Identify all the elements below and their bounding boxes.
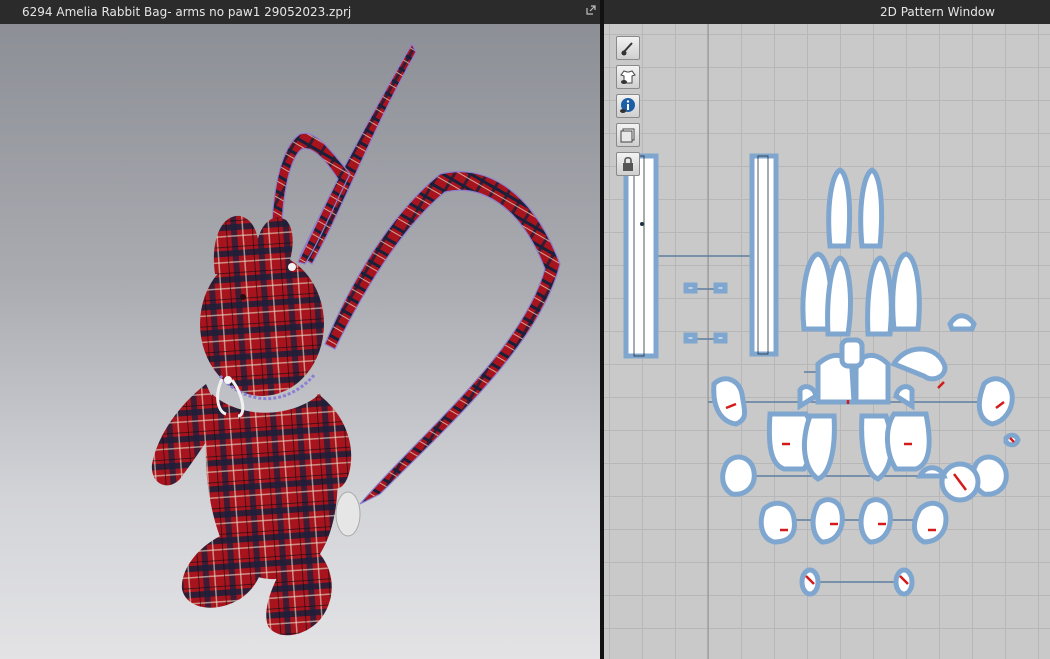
strap-pattern-left[interactable] xyxy=(623,153,659,359)
show-avatar-icon xyxy=(621,42,633,56)
maximize-window-icon[interactable] xyxy=(586,5,596,15)
3d-window-title-bar: 6294 Amelia Rabbit Bag- arms no paw1 290… xyxy=(0,0,600,24)
3d-garment-viewport[interactable] xyxy=(0,24,600,659)
info-toggle[interactable] xyxy=(616,94,640,118)
2d-window-title-bar: 2D Pattern Window xyxy=(586,0,1050,24)
show-texture-toggle[interactable] xyxy=(616,123,640,147)
2d-window-toolbar xyxy=(616,36,642,181)
show-garment-toggle[interactable] xyxy=(616,65,640,89)
show-texture-icon xyxy=(620,128,635,143)
tab-patterns[interactable] xyxy=(683,282,728,344)
3d-rabbit-bag-model[interactable] xyxy=(0,24,600,659)
2d-pattern-viewport[interactable] xyxy=(604,24,1050,659)
leg-patterns[interactable] xyxy=(758,497,949,545)
strap-pattern-right[interactable] xyxy=(749,153,779,357)
info-icon xyxy=(620,98,635,113)
lock-toggle[interactable] xyxy=(616,152,640,176)
pattern-canvas[interactable] xyxy=(604,24,1050,659)
show-avatar-toggle[interactable] xyxy=(616,36,640,60)
show-garment-icon xyxy=(620,70,636,84)
3d-window-title: 6294 Amelia Rabbit Bag- arms no paw1 290… xyxy=(22,5,352,19)
lock-icon xyxy=(623,156,633,171)
2d-window-title: 2D Pattern Window xyxy=(880,5,995,19)
ear-patterns[interactable] xyxy=(800,167,922,337)
